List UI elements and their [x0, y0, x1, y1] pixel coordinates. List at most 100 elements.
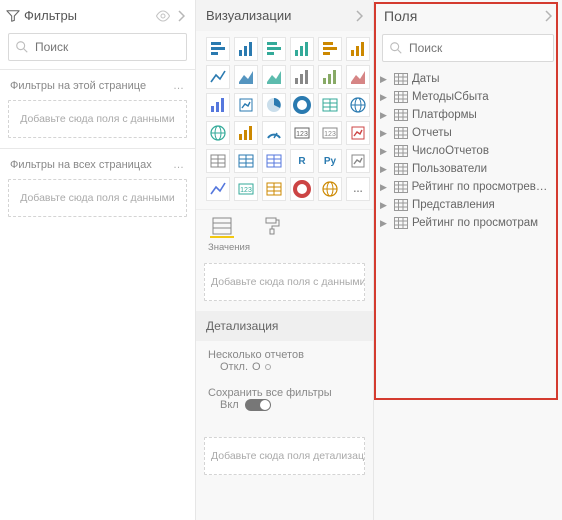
chevron-right-icon[interactable]: [544, 10, 552, 22]
chevron-right-icon[interactable]: [177, 10, 185, 22]
vis-matrix-icon[interactable]: [262, 149, 286, 173]
vis-qa-icon[interactable]: 123: [234, 177, 258, 201]
drillthrough-body: Несколько отчетов Откл. O Сохранить все …: [196, 341, 373, 433]
table-icon: [394, 127, 408, 139]
cross-report-toggle[interactable]: Откл. O: [208, 361, 361, 373]
values-caption: Значения: [196, 240, 373, 259]
keep-filters-toggle[interactable]: Вкл: [208, 399, 361, 411]
table-icon: [394, 73, 408, 85]
field-table-row[interactable]: ▶Рейтинг по просмотрам: [374, 214, 562, 232]
field-table-row[interactable]: ▶ Отчеты: [374, 124, 562, 142]
vis-area-icon[interactable]: [234, 65, 258, 89]
field-table-row[interactable]: ▶ ЧислоОтчетов: [374, 142, 562, 160]
vis-card-icon[interactable]: 123: [290, 121, 314, 145]
chevron-right-icon[interactable]: [355, 10, 363, 22]
field-table-row[interactable]: ▶Пользователи: [374, 160, 562, 178]
format-well[interactable]: [260, 216, 284, 238]
fields-panel: Поля ▶Даты▶МетодыСбыта▶Платформы▶Отчеты▶…: [374, 0, 562, 520]
fields-search-input[interactable]: [409, 41, 547, 55]
table-icon: [394, 217, 408, 229]
eye-icon[interactable]: [155, 10, 171, 22]
table-icon: [394, 199, 408, 211]
vis-ribbon-icon[interactable]: [346, 65, 370, 89]
field-table-name: Отчеты: [412, 127, 452, 139]
vis-stacked-column-icon[interactable]: [234, 37, 258, 61]
vis-waterfall-icon[interactable]: [206, 93, 230, 117]
vis-multi-card-icon[interactable]: 123: [318, 121, 342, 145]
vis-clustered-bar-icon[interactable]: [262, 37, 286, 61]
cross-report-label: Несколько отчетов: [208, 349, 361, 361]
field-table-name: Платформы: [412, 109, 477, 121]
chevron-right-icon: ▶: [380, 182, 390, 193]
funnel-icon: [6, 9, 20, 23]
keep-filters-label: Сохранить все фильтры: [208, 387, 361, 399]
filters-search[interactable]: [8, 33, 187, 61]
filters-page-section: Фильтры на этой странице…: [0, 70, 195, 96]
field-table-row[interactable]: ▶Даты: [374, 70, 562, 88]
visualizations-header: Визуализации: [196, 0, 373, 31]
slider-on-icon: [245, 399, 271, 411]
vis-map-icon[interactable]: [346, 93, 370, 117]
field-table-name: МетодыСбыта: [412, 91, 489, 103]
table-icon: [394, 145, 408, 157]
vis-hundred-column-icon[interactable]: [346, 37, 370, 61]
vis-line-column-icon[interactable]: [290, 65, 314, 89]
vis-gauge-icon[interactable]: [262, 121, 286, 145]
field-table-name: Представления: [412, 199, 495, 211]
vis-clustered-column-icon[interactable]: [290, 37, 314, 61]
filters-panel: Фильтры Фильтры на этой странице… Добавь…: [0, 0, 196, 520]
vis-stacked-bar-icon[interactable]: [206, 37, 230, 61]
more-icon[interactable]: …: [173, 159, 185, 171]
svg-text:123: 123: [324, 131, 336, 138]
chevron-right-icon: ▶: [380, 128, 390, 139]
fields-search[interactable]: [382, 34, 554, 62]
vis-stacked-area-icon[interactable]: [262, 65, 286, 89]
vis-hundred-bar-icon[interactable]: [318, 37, 342, 61]
drillthrough-header: Детализация: [196, 311, 373, 341]
filters-title: Фильтры: [24, 8, 155, 23]
visualizations-title: Визуализации: [206, 8, 355, 23]
vis-arcgis-icon[interactable]: [318, 177, 342, 201]
vis-scatter-icon[interactable]: [234, 93, 258, 117]
vis-key-influencers-icon[interactable]: [346, 149, 370, 173]
vis-slicer-icon[interactable]: [206, 149, 230, 173]
vis-treemap-icon[interactable]: [318, 93, 342, 117]
filters-header: Фильтры: [0, 0, 195, 31]
values-well[interactable]: [210, 216, 234, 238]
vis-custom-icon[interactable]: …: [346, 177, 370, 201]
vis-funnel-icon[interactable]: [234, 121, 258, 145]
search-icon: [389, 41, 403, 55]
field-table-row[interactable]: ▶Рейтинг по просмотревшим: [374, 178, 562, 196]
vis-py-visual-icon[interactable]: Py: [318, 149, 342, 173]
format-roller-icon: [264, 217, 280, 235]
vis-table-icon[interactable]: [234, 149, 258, 173]
fields-well-icon: [212, 217, 232, 235]
vis-donut-icon[interactable]: [290, 93, 314, 117]
vis-pie-icon[interactable]: [262, 93, 286, 117]
vis-filled-map-icon[interactable]: [206, 121, 230, 145]
more-icon[interactable]: …: [173, 80, 185, 92]
vis-decomposition-icon[interactable]: [206, 177, 230, 201]
vis-line-icon[interactable]: [206, 65, 230, 89]
vis-r-visual-icon[interactable]: R: [290, 149, 314, 173]
filters-all-section: Фильтры на всех страницах…: [0, 149, 195, 175]
field-table-row[interactable]: ▶Платформы: [374, 106, 562, 124]
drillthrough-dropzone[interactable]: Добавьте сюда поля детализации: [204, 437, 365, 475]
svg-text:123: 123: [296, 131, 308, 138]
field-table-row[interactable]: ▶Представления: [374, 196, 562, 214]
table-icon: [394, 163, 408, 175]
fields-title: Поля: [384, 8, 544, 24]
values-dropzone[interactable]: Добавьте сюда поля с данными: [204, 263, 365, 301]
chevron-right-icon: ▶: [380, 146, 390, 157]
vis-kpi-icon[interactable]: [346, 121, 370, 145]
vis-line-clustered-icon[interactable]: [318, 65, 342, 89]
filters-search-input[interactable]: [35, 40, 180, 54]
vis-paginated-icon[interactable]: [262, 177, 286, 201]
field-table-name: ЧислоОтчетов: [412, 145, 489, 157]
filters-page-dropzone[interactable]: Добавьте сюда поля с данными: [8, 100, 187, 138]
filters-all-dropzone[interactable]: Добавьте сюда поля с данными: [8, 179, 187, 217]
vis-power-apps-icon[interactable]: [290, 177, 314, 201]
visualizations-grid: 123 123 RPy 123 …: [196, 31, 373, 209]
field-table-row[interactable]: ▶МетодыСбыта: [374, 88, 562, 106]
chevron-right-icon: ▶: [380, 74, 390, 85]
